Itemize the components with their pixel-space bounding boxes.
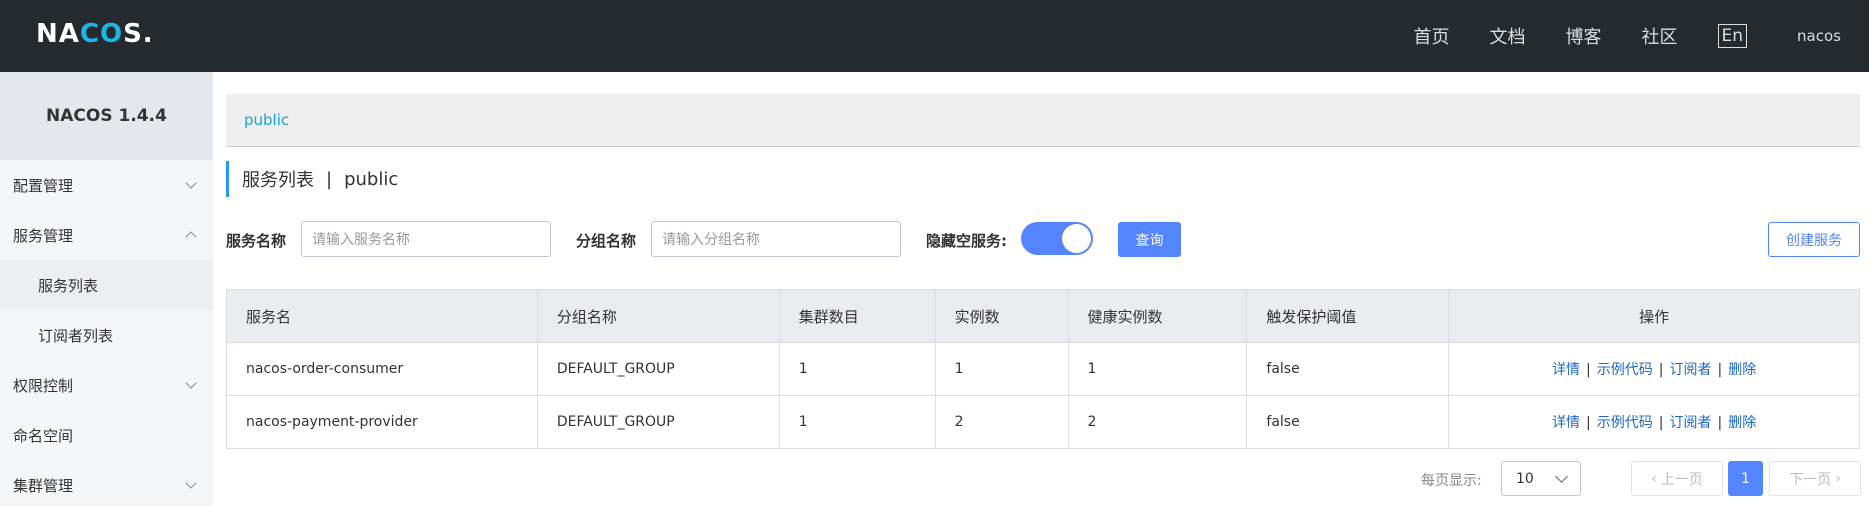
nav-community[interactable]: 社区 [1642,23,1678,49]
sidebar-version: NACOS 1.4.4 [0,72,213,160]
subscribers-link[interactable]: 订阅者 [1669,362,1711,378]
page-title-namespace: public [344,168,399,190]
logo-text-pre: NA [36,19,80,49]
cell-service-name: nacos-payment-provider [226,395,538,449]
service-name-label: 服务名称 [226,232,287,250]
sidebar-item-config[interactable]: 配置管理 [0,160,213,210]
chevron-left-icon: ‹ [1651,470,1657,487]
cell-group: DEFAULT_GROUP [537,342,780,396]
service-table: 服务名 分组名称 集群数目 实例数 健康实例数 触发保护阈值 操作 nacos-… [226,289,1860,449]
sidebar-item-namespace[interactable]: 命名空间 [0,410,213,460]
cell-group: DEFAULT_GROUP [537,395,780,449]
sidebar-item-label: 服务列表 [38,276,99,295]
nav-blog[interactable]: 博客 [1566,23,1602,49]
chevron-down-icon [185,177,197,189]
prev-page-button[interactable]: ‹ 上一页 [1631,461,1723,496]
nav-home[interactable]: 首页 [1414,23,1450,49]
next-page-label: 下一页 [1789,471,1832,488]
cell-healthy: 2 [1068,395,1248,449]
cell-threshold: false [1246,342,1450,396]
namespace-bar: public [226,94,1860,147]
chevron-down-icon [185,477,197,489]
action-separator: | [1658,362,1664,378]
page-title-text: 服务列表 [242,170,314,191]
cell-threshold: false [1246,395,1450,449]
chevron-right-icon: › [1835,470,1841,487]
delete-link[interactable]: 删除 [1728,415,1756,431]
prev-page-label: 上一页 [1660,471,1703,488]
sidebar-item-service-management[interactable]: 服务管理 [0,210,213,260]
cell-actions: 详情 | 示例代码 | 订阅者 | 删除 [1448,342,1860,396]
cell-clusters: 1 [779,342,936,396]
column-header: 健康实例数 [1068,289,1248,343]
table-header-row: 服务名 分组名称 集群数目 实例数 健康实例数 触发保护阈值 操作 [226,289,1860,343]
filter-bar: 服务名称 请输入服务名称 分组名称 请输入分组名称 隐藏空服务: 查询 创建服务 [226,221,1860,258]
action-separator: | [1717,362,1723,378]
hide-empty-label: 隐藏空服务: [926,232,1007,250]
column-header: 触发保护阈值 [1246,289,1450,343]
toggle-knob [1062,224,1091,253]
sample-code-link[interactable]: 示例代码 [1597,362,1653,378]
page-title: 服务列表 | public [226,161,398,197]
logo-text-co: CO [79,19,124,49]
cell-actions: 详情 | 示例代码 | 订阅者 | 删除 [1448,395,1860,449]
nacos-logo[interactable]: NA CO S. [36,14,154,54]
column-header: 实例数 [935,289,1069,343]
sidebar-item-label: 订阅者列表 [38,326,114,345]
action-separator: | [1586,362,1591,378]
sidebar-item-access-control[interactable]: 权限控制 [0,360,213,410]
cell-healthy: 1 [1068,342,1248,396]
cell-clusters: 1 [779,395,936,449]
details-link[interactable]: 详情 [1552,415,1580,431]
namespace-link-public[interactable]: public [244,111,289,129]
page-size-value: 10 [1516,470,1534,487]
column-header: 服务名 [226,289,538,343]
chevron-down-icon [185,377,197,389]
table-row: nacos-order-consumer DEFAULT_GROUP 1 1 1… [226,342,1860,396]
action-separator: | [1586,415,1591,431]
sidebar-item-label: 配置管理 [13,176,74,195]
create-service-button[interactable]: 创建服务 [1768,222,1860,257]
column-header: 操作 [1448,289,1860,343]
sidebar-item-service-list[interactable]: 服务列表 [0,260,213,310]
subscribers-link[interactable]: 订阅者 [1669,415,1711,431]
cell-instances: 2 [935,395,1069,449]
query-button[interactable]: 查询 [1118,222,1181,257]
action-separator: | [1658,415,1664,431]
user-menu[interactable]: nacos [1797,27,1841,45]
action-separator: | [1717,415,1723,431]
cell-service-name: nacos-order-consumer [226,342,538,396]
page-number-current[interactable]: 1 [1728,461,1763,496]
page-size-select[interactable]: 10 [1501,461,1581,496]
chevron-down-icon [1555,470,1568,483]
sidebar-item-label: 命名空间 [13,426,74,445]
top-nav: 首页 文档 博客 社区 En nacos [1414,0,1869,72]
sidebar-item-label: 集群管理 [13,476,74,495]
sample-code-link[interactable]: 示例代码 [1597,415,1653,431]
chevron-up-icon [185,231,197,243]
hide-empty-toggle[interactable] [1021,222,1093,255]
cell-instances: 1 [935,342,1069,396]
sidebar: NACOS 1.4.4 配置管理 服务管理 服务列表 订阅者列表 权限控制 命名… [0,72,213,506]
column-header: 集群数目 [779,289,936,343]
column-header: 分组名称 [537,289,780,343]
page-title-separator: | [326,168,333,190]
group-name-label: 分组名称 [576,232,637,250]
top-navbar: NA CO S. 首页 文档 博客 社区 En nacos [0,0,1869,72]
service-name-input[interactable]: 请输入服务名称 [301,221,551,257]
sidebar-item-subscriber-list[interactable]: 订阅者列表 [0,310,213,360]
sidebar-item-label: 权限控制 [13,376,74,395]
delete-link[interactable]: 删除 [1728,362,1756,378]
table-row: nacos-payment-provider DEFAULT_GROUP 1 2… [226,395,1860,449]
next-page-button[interactable]: 下一页 › [1769,461,1861,496]
details-link[interactable]: 详情 [1552,362,1580,378]
page-size-label: 每页显示: [1421,473,1482,489]
nav-docs[interactable]: 文档 [1490,23,1526,49]
language-toggle[interactable]: En [1717,24,1748,48]
logo-text-post: S. [123,19,154,49]
sidebar-item-cluster[interactable]: 集群管理 [0,460,213,510]
group-name-input[interactable]: 请输入分组名称 [651,221,901,257]
sidebar-item-label: 服务管理 [13,226,74,245]
